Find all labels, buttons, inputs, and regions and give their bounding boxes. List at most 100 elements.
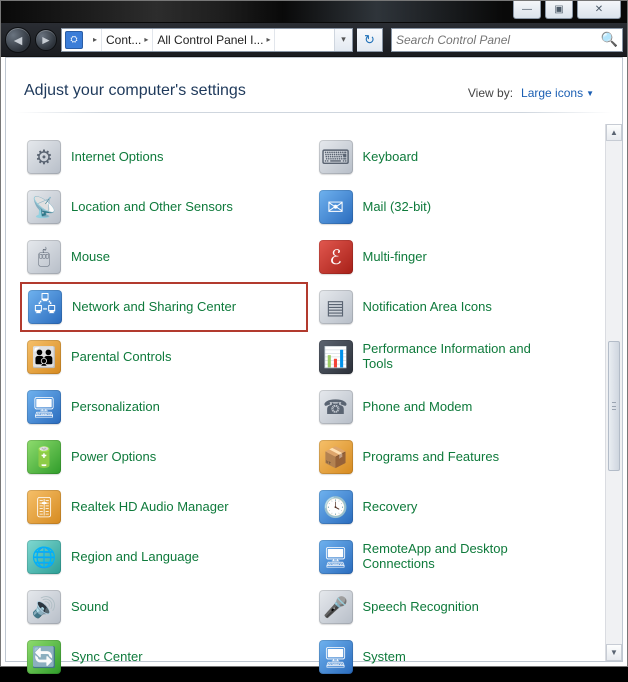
sound-icon: 🔊 [27, 590, 61, 624]
refresh-button[interactable]: ↻ [357, 28, 383, 52]
cp-item-label: Mail (32-bit) [363, 200, 432, 215]
chevron-right-icon: ▸ [144, 35, 148, 44]
cp-item-region-language[interactable]: 🌐 Region and Language [20, 532, 308, 582]
cp-item-realtek-audio-manager[interactable]: 🎚Realtek HD Audio Manager [20, 482, 308, 532]
cp-item-label: RemoteApp and Desktop Connections [363, 542, 543, 572]
breadcrumb-seg-0[interactable]: Cont... ▸ [102, 29, 153, 51]
cp-item-power-options[interactable]: 🔋 Power Options [20, 432, 308, 482]
system-icon: 🖥 [319, 640, 353, 674]
items-grid: ⚙ Internet Options ⌨ Keyboard 📡 Location and … [6, 124, 605, 661]
mail-32bit-icon: ✉ [319, 190, 353, 224]
separator [16, 112, 612, 113]
back-button[interactable]: ◄ [5, 27, 31, 53]
cp-item-label: Keyboard [363, 150, 419, 165]
view-by: View by: Large icons ▼ [468, 86, 594, 100]
control-panel-window: — ▣ ✕ ◄ ► ⛭ ▸ Cont... ▸ All Control Pane… [0, 0, 628, 667]
view-by-dropdown[interactable]: Large icons ▼ [521, 86, 594, 100]
location-sensors-icon: 📡 [27, 190, 61, 224]
cp-item-label: System [363, 650, 406, 665]
realtek-audio-manager-icon: 🎚 [27, 490, 61, 524]
cp-item-label: Notification Area Icons [363, 300, 492, 315]
cp-item-label: Performance Information and Tools [363, 342, 543, 372]
cp-item-sync-center[interactable]: 🔄 Sync Center [20, 632, 308, 682]
titlebar: — ▣ ✕ [1, 1, 627, 23]
chevron-down-icon: ▼ [586, 89, 594, 98]
breadcrumb-seg-1[interactable]: All Control Panel I... ▸ [153, 29, 275, 51]
scroll-area: ⚙ Internet Options ⌨ Keyboard 📡 Location and … [6, 124, 622, 661]
cp-item-keyboard[interactable]: ⌨ Keyboard [312, 132, 600, 182]
cp-item-remoteapp-desktop[interactable]: 🖥 RemoteApp and Desktop Connections [312, 532, 600, 582]
cp-item-label: Parental Controls [71, 350, 171, 365]
cp-item-speech-recognition[interactable]: 🎤 Speech Recognition [312, 582, 600, 632]
minimize-button[interactable]: — [513, 1, 541, 19]
header-row: Adjust your computer's settings View by:… [6, 58, 622, 112]
programs-features-icon: 📦 [319, 440, 353, 474]
speech-recognition-icon: 🎤 [319, 590, 353, 624]
cp-item-label: Recovery [363, 500, 418, 515]
control-panel-icon: ⛭ [65, 31, 83, 49]
breadcrumb-arrow-root[interactable]: ▸ [86, 29, 102, 51]
cp-item-performance-info-tools[interactable]: 📊 Performance Information and Tools [312, 332, 600, 382]
address-dropdown[interactable]: ▾ [334, 29, 352, 51]
cp-item-mail-32bit[interactable]: ✉ Mail (32-bit) [312, 182, 600, 232]
cp-item-multi-finger[interactable]: ℰ Multi-finger [312, 232, 600, 282]
scroll-down-button[interactable]: ▼ [606, 644, 622, 661]
cp-item-label: Phone and Modem [363, 400, 473, 415]
chevron-right-icon: ▸ [266, 35, 270, 44]
forward-button[interactable]: ► [35, 29, 57, 51]
phone-modem-icon: ☎ [319, 390, 353, 424]
address-bar[interactable]: ⛭ ▸ Cont... ▸ All Control Panel I... ▸ ▾ [61, 28, 353, 52]
power-options-icon: 🔋 [27, 440, 61, 474]
vertical-scrollbar[interactable]: ▲ ▼ [605, 124, 622, 661]
content-frame: Adjust your computer's settings View by:… [5, 57, 623, 662]
cp-item-sound[interactable]: 🔊 Sound [20, 582, 308, 632]
cp-item-internet-options[interactable]: ⚙ Internet Options [20, 132, 308, 182]
remoteapp-desktop-icon: 🖥 [319, 540, 353, 574]
scroll-thumb[interactable] [608, 341, 620, 471]
cp-item-label: Speech Recognition [363, 600, 479, 615]
cp-item-label: Sync Center [71, 650, 143, 665]
cp-item-label: Multi-finger [363, 250, 427, 265]
cp-item-label: Network and Sharing Center [72, 300, 236, 315]
cp-item-label: Region and Language [71, 550, 199, 565]
network-sharing-center-icon: 🖧 [28, 290, 62, 324]
notification-area-icons-icon: ▤ [319, 290, 353, 324]
performance-info-tools-icon: 📊 [319, 340, 353, 374]
cp-item-label: Location and Other Sensors [71, 200, 233, 215]
breadcrumb-label: All Control Panel I... [157, 33, 263, 47]
maximize-button[interactable]: ▣ [545, 1, 573, 19]
search-input[interactable] [396, 33, 601, 47]
sync-center-icon: 🔄 [27, 640, 61, 674]
cp-item-mouse[interactable]: 🖱 Mouse [20, 232, 308, 282]
parental-controls-icon: 👪 [27, 340, 61, 374]
search-box[interactable]: 🔍 [391, 28, 623, 52]
cp-item-phone-modem[interactable]: ☎ Phone and Modem [312, 382, 600, 432]
cp-item-parental-controls[interactable]: 👪 Parental Controls [20, 332, 308, 382]
scroll-up-button[interactable]: ▲ [606, 124, 622, 141]
cp-item-label: Power Options [71, 450, 156, 465]
page-title: Adjust your computer's settings [24, 82, 246, 100]
cp-item-label: Programs and Features [363, 450, 500, 465]
recovery-icon: 🕓 [319, 490, 353, 524]
breadcrumb-label: Cont... [106, 33, 141, 47]
region-language-icon: 🌐 [27, 540, 61, 574]
cp-item-label: Mouse [71, 250, 110, 265]
internet-options-icon: ⚙ [27, 140, 61, 174]
cp-item-label: Internet Options [71, 150, 164, 165]
cp-item-location-sensors[interactable]: 📡 Location and Other Sensors [20, 182, 308, 232]
view-by-label: View by: [468, 86, 513, 100]
cp-item-network-sharing-center[interactable]: 🖧 Network and Sharing Center [20, 282, 308, 332]
multi-finger-icon: ℰ [319, 240, 353, 274]
search-icon[interactable]: 🔍 [601, 31, 618, 48]
cp-item-personalization[interactable]: 🖥Personalization [20, 382, 308, 432]
cp-item-programs-features[interactable]: 📦 Programs and Features [312, 432, 600, 482]
personalization-icon: 🖥 [27, 390, 61, 424]
keyboard-icon: ⌨ [319, 140, 353, 174]
cp-item-recovery[interactable]: 🕓 Recovery [312, 482, 600, 532]
mouse-icon: 🖱 [27, 240, 61, 274]
close-button[interactable]: ✕ [577, 1, 621, 19]
cp-item-label: Sound [71, 600, 109, 615]
cp-item-notification-area-icons[interactable]: ▤ Notification Area Icons [312, 282, 600, 332]
scroll-track[interactable] [606, 141, 622, 644]
cp-item-system[interactable]: 🖥 System [312, 632, 600, 682]
